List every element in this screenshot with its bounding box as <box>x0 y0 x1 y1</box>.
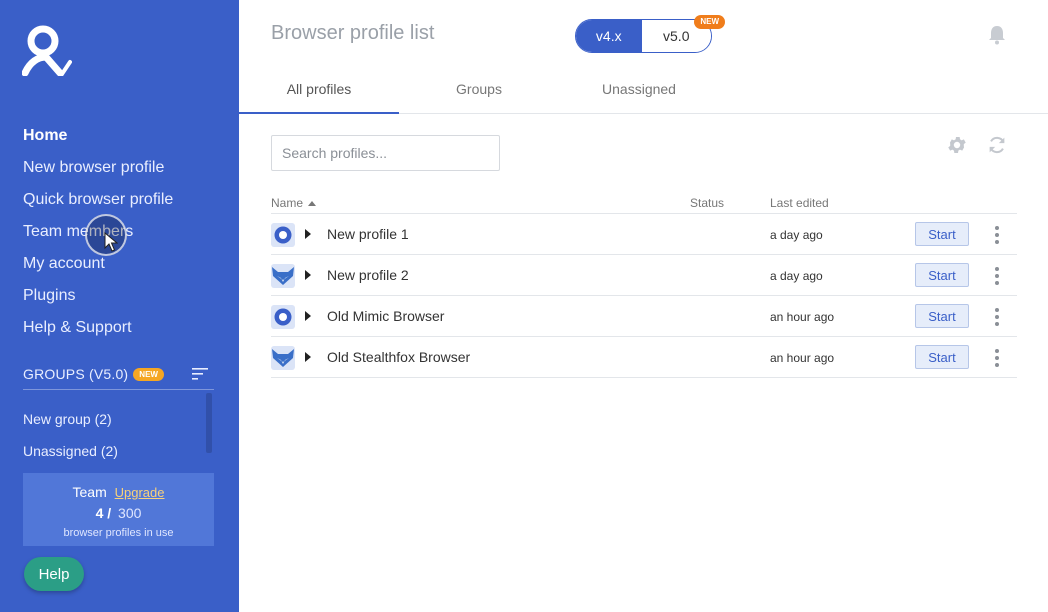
version-switch: v4.x v5.0 NEW <box>575 15 725 53</box>
profile-name[interactable]: Old Mimic Browser <box>327 308 444 324</box>
profiles-total-count: 300 <box>118 505 142 521</box>
more-options-icon[interactable] <box>991 307 1003 327</box>
mouse-cursor-icon <box>104 232 118 252</box>
mimic-browser-icon <box>271 223 295 247</box>
version-new-badge: NEW <box>694 15 725 29</box>
tab-unassigned[interactable]: Unassigned <box>559 70 719 113</box>
start-profile-button[interactable]: Start <box>915 263 969 287</box>
profile-last-edited: an hour ago <box>770 310 835 324</box>
profile-name[interactable]: New profile 2 <box>327 267 409 283</box>
profile-name[interactable]: Old Stealthfox Browser <box>327 349 470 365</box>
app-logo-icon[interactable] <box>22 24 72 76</box>
plan-usage-box: Team Upgrade 4 / 300 browser profiles in… <box>23 473 214 546</box>
expand-row-icon[interactable] <box>305 270 311 280</box>
more-options-icon[interactable] <box>991 348 1003 368</box>
sidebar: Home New browser profile Quick browser p… <box>0 0 239 612</box>
profiles-table: Name Status Last edited New profile 1 a … <box>271 193 1017 378</box>
profile-last-edited: a day ago <box>770 228 823 242</box>
upgrade-link[interactable]: Upgrade <box>115 485 165 500</box>
groups-scrollbar[interactable] <box>206 393 212 453</box>
sort-ascending-icon <box>308 201 317 206</box>
table-row[interactable]: Old Mimic Browser an hour ago Start <box>271 296 1017 337</box>
start-profile-button[interactable]: Start <box>915 345 969 369</box>
sidebar-item-home[interactable]: Home <box>23 120 173 152</box>
table-row[interactable]: New profile 2 a day ago Start <box>271 255 1017 296</box>
more-options-icon[interactable] <box>991 225 1003 245</box>
expand-row-icon[interactable] <box>305 311 311 321</box>
group-item-new-group[interactable]: New group (2) <box>23 403 118 435</box>
gear-icon[interactable] <box>946 134 968 156</box>
search-input[interactable] <box>271 135 500 171</box>
column-header-name-label: Name <box>271 196 304 210</box>
profile-tabs: All profiles Groups Unassigned <box>239 70 1048 114</box>
group-item-unassigned[interactable]: Unassigned (2) <box>23 435 118 467</box>
sidebar-item-help-support[interactable]: Help & Support <box>23 312 173 344</box>
table-header: Name Status Last edited <box>271 193 1017 214</box>
groups-header: GROUPS (V5.0) NEW <box>23 364 214 390</box>
column-header-status[interactable]: Status <box>690 196 724 210</box>
plan-name: Team <box>72 484 107 500</box>
help-button[interactable]: Help <box>24 557 84 591</box>
groups-new-badge: NEW <box>133 368 164 381</box>
profile-last-edited: an hour ago <box>770 351 835 365</box>
profile-name[interactable]: New profile 1 <box>327 226 409 242</box>
page-title: Browser profile list <box>271 22 435 44</box>
bell-icon[interactable] <box>988 25 1006 45</box>
refresh-icon[interactable] <box>986 134 1008 156</box>
tab-all-profiles[interactable]: All profiles <box>239 70 399 114</box>
start-profile-button[interactable]: Start <box>915 222 969 246</box>
column-header-name[interactable]: Name <box>271 196 317 210</box>
mimic-browser-icon <box>271 305 295 329</box>
sidebar-item-plugins[interactable]: Plugins <box>23 280 173 312</box>
sidebar-item-new-browser-profile[interactable]: New browser profile <box>23 152 173 184</box>
plan-caption: browser profiles in use <box>63 527 174 539</box>
column-header-last-edited[interactable]: Last edited <box>770 196 829 210</box>
sort-groups-icon[interactable] <box>192 367 208 381</box>
stealthfox-browser-icon <box>271 346 295 370</box>
groups-title: GROUPS (V5.0) <box>23 366 129 382</box>
stealthfox-browser-icon <box>271 264 295 288</box>
expand-row-icon[interactable] <box>305 352 311 362</box>
profiles-used-count: 4 / <box>95 505 112 521</box>
main-content: Browser profile list v4.x v5.0 NEW All p… <box>239 0 1048 612</box>
table-row[interactable]: New profile 1 a day ago Start <box>271 214 1017 255</box>
group-list: New group (2) Unassigned (2) <box>23 403 118 467</box>
start-profile-button[interactable]: Start <box>915 304 969 328</box>
table-row[interactable]: Old Stealthfox Browser an hour ago Start <box>271 337 1017 378</box>
sidebar-item-quick-browser-profile[interactable]: Quick browser profile <box>23 184 173 216</box>
profile-last-edited: a day ago <box>770 269 823 283</box>
more-options-icon[interactable] <box>991 266 1003 286</box>
tab-groups[interactable]: Groups <box>399 70 559 113</box>
version-option-v4[interactable]: v4.x <box>576 20 642 52</box>
expand-row-icon[interactable] <box>305 229 311 239</box>
